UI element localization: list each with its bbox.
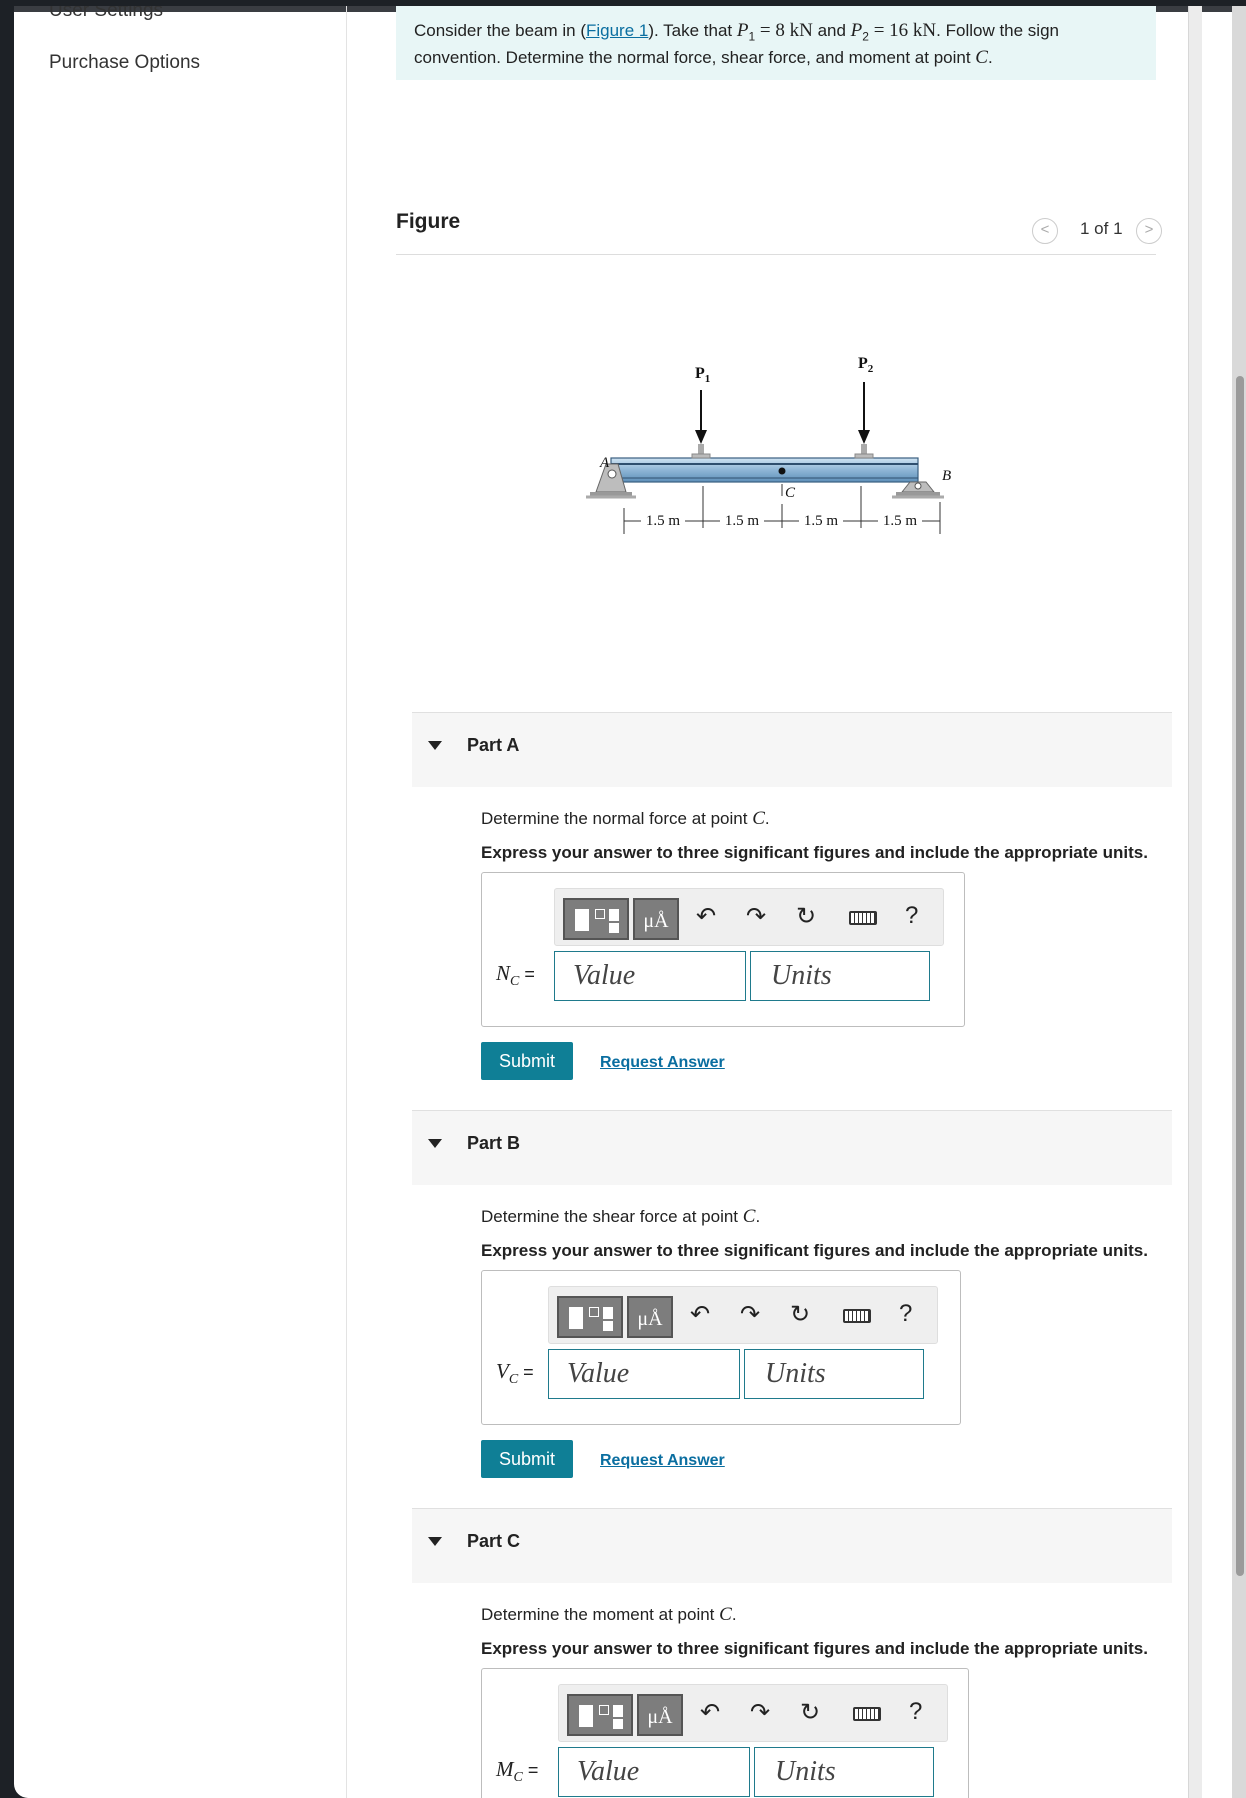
math-toolbar: μÅ ↶ ↷ ↻ ? — [554, 888, 944, 946]
figure-link[interactable]: Figure 1 — [586, 21, 648, 40]
part-c-header[interactable]: Part C — [412, 1509, 1172, 1583]
figure-title: Figure — [396, 210, 461, 233]
reset-icon[interactable]: ↻ — [795, 1699, 825, 1727]
help-icon[interactable]: ? — [899, 1300, 912, 1328]
p2-value: = 16 kN — [868, 20, 937, 41]
symbols-button[interactable]: μÅ — [627, 1296, 673, 1338]
dim-label-1: 1.5 m — [646, 513, 681, 529]
part-a-instruction: Express your answer to three significant… — [481, 843, 1148, 862]
value-input[interactable]: Value — [554, 951, 746, 1001]
caret-down-icon[interactable] — [428, 1537, 442, 1546]
problem-text: and — [812, 21, 851, 40]
label-a: A — [599, 455, 610, 471]
math-toolbar: μÅ ↶ ↷ ↻ ? — [558, 1684, 948, 1742]
part-a-question: Determine the normal force at point C. — [481, 808, 770, 829]
label-c: C — [785, 485, 796, 501]
sidebar: User Settings Purchase Options — [14, 6, 347, 1798]
request-answer-link[interactable]: Request Answer — [600, 1452, 725, 1470]
keyboard-icon[interactable] — [853, 1707, 881, 1721]
redo-icon[interactable]: ↷ — [745, 1699, 775, 1727]
sidebar-item-user-settings[interactable]: User Settings — [49, 6, 163, 22]
part-c-answer-box: μÅ ↶ ↷ ↻ ? MC = Value Units — [481, 1668, 969, 1798]
value-input[interactable]: Value — [548, 1349, 740, 1399]
redo-icon[interactable]: ↷ — [741, 903, 771, 931]
load-p1-arrow — [691, 390, 711, 459]
part-b-answer-box: μÅ ↶ ↷ ↻ ? VC = Value Units — [481, 1270, 961, 1425]
roller-support-b — [892, 481, 944, 499]
p2-symbol: P — [850, 20, 863, 41]
part-a-header[interactable]: Part A — [412, 713, 1172, 787]
part-a-title: Part A — [467, 735, 520, 755]
redo-icon[interactable]: ↷ — [735, 1301, 765, 1329]
next-figure-button[interactable]: > — [1136, 218, 1162, 244]
undo-icon[interactable]: ↶ — [685, 1301, 715, 1329]
problem-text: . Follow the sign — [936, 21, 1059, 40]
problem-text: . — [987, 48, 993, 68]
problem-text: Consider the beam in ( — [414, 21, 586, 40]
part-b-title: Part B — [467, 1133, 521, 1153]
dim-label-3: 1.5 m — [804, 513, 839, 529]
label-b: B — [942, 468, 951, 484]
units-input[interactable]: Units — [754, 1747, 934, 1797]
main-content: Consider the beam in (Figure 1). Take th… — [346, 6, 1188, 1798]
caret-down-icon[interactable] — [428, 741, 442, 750]
part-a-answer-box: μÅ ↶ ↷ ↻ ? NC = Value Units — [481, 872, 965, 1027]
figure-divider — [396, 254, 1156, 255]
reset-icon[interactable]: ↻ — [785, 1301, 815, 1329]
problem-statement: Consider the beam in (Figure 1). Take th… — [396, 6, 1156, 80]
dim-label-2: 1.5 m — [725, 513, 760, 529]
help-icon[interactable]: ? — [905, 902, 918, 930]
p2-subscript: 2 — [862, 29, 869, 44]
part-c-instruction: Express your answer to three significant… — [481, 1639, 1148, 1658]
window-scrollbar-thumb[interactable] — [1236, 376, 1244, 1576]
units-input[interactable]: Units — [750, 951, 930, 1001]
symbols-button[interactable]: μÅ — [633, 898, 679, 940]
sidebar-item-purchase-options[interactable]: Purchase Options — [49, 52, 200, 74]
symbols-button[interactable]: μÅ — [637, 1694, 683, 1736]
math-toolbar: μÅ ↶ ↷ ↻ ? — [548, 1286, 938, 1344]
part-b-header[interactable]: Part B — [412, 1111, 1172, 1185]
chevron-left-icon: < — [1040, 221, 1050, 238]
dim-label-4: 1.5 m — [883, 513, 918, 529]
vc-label: VC = — [496, 1359, 534, 1388]
submit-button[interactable]: Submit — [481, 1042, 573, 1080]
label-p2: P2 — [858, 355, 874, 375]
prev-figure-button[interactable]: < — [1032, 218, 1058, 244]
window-scrollbar[interactable] — [1232, 6, 1246, 1798]
help-icon[interactable]: ? — [909, 1698, 922, 1726]
part-c-question: Determine the moment at point C. — [481, 1604, 737, 1625]
load-p2-arrow — [854, 382, 874, 459]
submit-button[interactable]: Submit — [481, 1440, 573, 1478]
templates-button[interactable] — [567, 1694, 633, 1736]
part-c-title: Part C — [467, 1531, 521, 1551]
beam-figure: P1 P2 A B C 1.5 m 1.5 m 1.5 m 1.5 m — [586, 355, 951, 534]
point-c-symbol: C — [975, 47, 988, 69]
undo-icon[interactable]: ↶ — [691, 903, 721, 931]
reset-icon[interactable]: ↻ — [791, 903, 821, 931]
caret-down-icon[interactable] — [428, 1139, 442, 1148]
label-p1: P1 — [695, 365, 710, 385]
value-input[interactable]: Value — [558, 1747, 750, 1797]
part-b-instruction: Express your answer to three significant… — [481, 1241, 1148, 1260]
figure-pager: 1 of 1 — [1080, 219, 1123, 238]
browser-window: User Settings Purchase Options Consider … — [14, 6, 1246, 1798]
problem-text: ). Take that — [648, 21, 737, 40]
p1-value: = 8 kN — [755, 20, 813, 41]
problem-text: convention. Determine the normal force, … — [414, 48, 976, 68]
chevron-right-icon: > — [1144, 221, 1154, 238]
part-b-question: Determine the shear force at point C. — [481, 1206, 761, 1227]
mc-label: MC = — [496, 1757, 539, 1786]
request-answer-link[interactable]: Request Answer — [600, 1054, 725, 1072]
p1-symbol: P — [736, 20, 749, 41]
units-input[interactable]: Units — [744, 1349, 924, 1399]
keyboard-icon[interactable] — [849, 911, 877, 925]
templates-button[interactable] — [557, 1296, 623, 1338]
undo-icon[interactable]: ↶ — [695, 1699, 725, 1727]
point-c-marker — [778, 467, 786, 475]
content-scrollbar[interactable] — [1188, 6, 1202, 1798]
templates-button[interactable] — [563, 898, 629, 940]
nc-label: NC = — [496, 961, 535, 990]
keyboard-icon[interactable] — [843, 1309, 871, 1323]
